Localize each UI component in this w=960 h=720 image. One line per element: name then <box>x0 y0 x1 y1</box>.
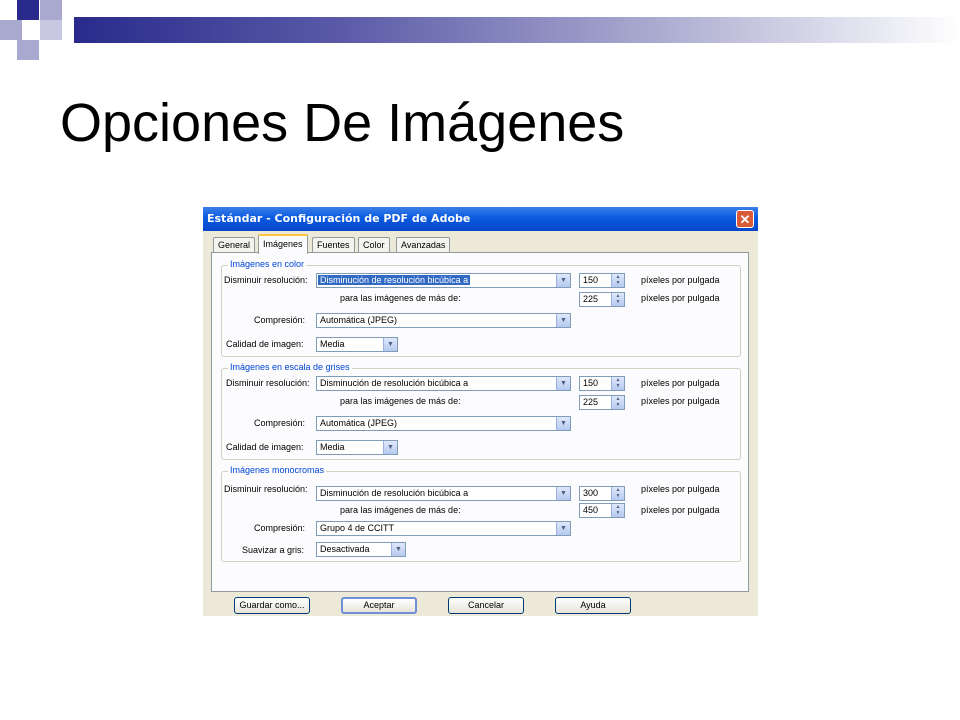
resolution-spinner[interactable]: 300 ▲ ▼ <box>579 486 625 501</box>
chevron-down-icon[interactable]: ▼ <box>556 377 570 390</box>
group-color-images: Imágenes en color Disminuir resolución: … <box>221 259 741 357</box>
group-grayscale-images: Imágenes en escala de grises Disminuir r… <box>221 362 741 460</box>
slide-title: Opciones De Imágenes <box>60 93 625 153</box>
pdf-settings-dialog: Estándar - Configuración de PDF de Adobe… <box>203 207 758 616</box>
up-down-arrows-icon[interactable]: ▲ ▼ <box>611 487 624 500</box>
above-value: 225 <box>583 397 599 407</box>
group-title: Imágenes monocromas <box>228 465 327 475</box>
chevron-down-icon[interactable]: ▼ <box>556 314 570 327</box>
downsample-select[interactable]: Disminución de resolución bicúbica a ▼ <box>316 376 571 391</box>
unit-label: píxeles por pulgada <box>641 505 720 515</box>
compression-label: Compresión: <box>254 418 306 428</box>
above-spinner[interactable]: 225 ▲ ▼ <box>579 292 625 307</box>
decor-gradient-bar <box>74 17 960 43</box>
compression-label: Compresión: <box>254 523 306 533</box>
downsample-value: Disminución de resolución bicúbica a <box>318 275 471 285</box>
above-label: para las imágenes de más de: <box>340 505 461 515</box>
compression-select[interactable]: Automática (JPEG) ▼ <box>316 313 571 328</box>
chevron-down-icon[interactable]: ▼ <box>556 487 570 500</box>
quality-value: Media <box>320 339 345 349</box>
downsample-select[interactable]: Disminución de resolución bicúbica a ▼ <box>316 486 571 501</box>
group-title: Imágenes en escala de grises <box>228 362 352 372</box>
quality-select[interactable]: Media ▼ <box>316 337 398 352</box>
compression-label: Compresión: <box>254 315 306 325</box>
up-down-arrows-icon[interactable]: ▲ ▼ <box>611 274 624 287</box>
above-value: 225 <box>583 294 599 304</box>
resolution-spinner[interactable]: 150 ▲ ▼ <box>579 376 625 391</box>
downsample-label: Disminuir resolución: <box>224 275 308 285</box>
help-button[interactable]: Ayuda <box>555 597 631 614</box>
smooth-label: Suavizar a gris: <box>242 545 305 555</box>
group-title: Imágenes en color <box>228 259 307 269</box>
unit-label: píxeles por pulgada <box>641 275 720 285</box>
unit-label: píxeles por pulgada <box>641 396 720 406</box>
downsample-value: Disminución de resolución bicúbica a <box>320 378 469 388</box>
group-monochrome-images: Imágenes monocromas Disminuir resolución… <box>221 465 741 562</box>
resolution-value: 300 <box>583 488 599 498</box>
downsample-label: Disminuir resolución: <box>226 378 310 388</box>
unit-label: píxeles por pulgada <box>641 484 720 494</box>
resolution-value: 150 <box>583 378 599 388</box>
compression-value: Grupo 4 de CCITT <box>320 523 395 533</box>
tab-color[interactable]: Color <box>358 237 390 252</box>
above-label: para las imágenes de más de: <box>340 293 461 303</box>
save-as-button[interactable]: Guardar como... <box>234 597 310 614</box>
tab-advanced[interactable]: Avanzadas <box>396 237 451 252</box>
chevron-down-icon[interactable]: ▼ <box>383 441 397 454</box>
chevron-down-icon[interactable]: ▼ <box>556 417 570 430</box>
downsample-select[interactable]: Disminución de resolución bicúbica a ▼ <box>316 273 571 288</box>
quality-select[interactable]: Media ▼ <box>316 440 398 455</box>
quality-value: Media <box>320 442 345 452</box>
decor-square-navy <box>17 0 39 20</box>
compression-value: Automática (JPEG) <box>320 315 398 325</box>
ok-button[interactable]: Aceptar <box>341 597 417 614</box>
unit-label: píxeles por pulgada <box>641 378 720 388</box>
up-down-arrows-icon[interactable]: ▲ ▼ <box>611 377 624 390</box>
dialog-title: Estándar - Configuración de PDF de Adobe <box>207 212 471 225</box>
chevron-down-icon[interactable]: ▼ <box>556 274 570 287</box>
cancel-button[interactable]: Cancelar <box>448 597 524 614</box>
downsample-label: Disminuir resolución: <box>224 484 308 494</box>
downsample-value: Disminución de resolución bicúbica a <box>320 488 469 498</box>
decor-square-light <box>40 20 62 40</box>
close-icon[interactable]: ✕ <box>736 210 754 228</box>
decor-square-light <box>0 20 22 40</box>
compression-value: Automática (JPEG) <box>320 418 398 428</box>
up-down-arrows-icon[interactable]: ▲ ▼ <box>611 396 624 409</box>
decor-square-light <box>40 0 62 20</box>
up-down-arrows-icon[interactable]: ▲ ▼ <box>611 293 624 306</box>
unit-label: píxeles por pulgada <box>641 293 720 303</box>
above-spinner[interactable]: 450 ▲ ▼ <box>579 503 625 518</box>
compression-select[interactable]: Automática (JPEG) ▼ <box>316 416 571 431</box>
quality-label: Calidad de imagen: <box>226 339 304 349</box>
above-spinner[interactable]: 225 ▲ ▼ <box>579 395 625 410</box>
smooth-value: Desactivada <box>320 544 370 554</box>
chevron-down-icon[interactable]: ▼ <box>556 522 570 535</box>
tab-fonts[interactable]: Fuentes <box>312 237 355 252</box>
tab-general[interactable]: General <box>213 237 256 252</box>
dialog-title-bar[interactable]: Estándar - Configuración de PDF de Adobe… <box>203 207 758 231</box>
chevron-down-icon[interactable]: ▼ <box>383 338 397 351</box>
resolution-spinner[interactable]: 150 ▲ ▼ <box>579 273 625 288</box>
tab-panel-images: Imágenes en color Disminuir resolución: … <box>211 252 749 592</box>
above-value: 450 <box>583 505 599 515</box>
compression-select[interactable]: Grupo 4 de CCITT ▼ <box>316 521 571 536</box>
chevron-down-icon[interactable]: ▼ <box>391 543 405 556</box>
tab-images[interactable]: Imágenes <box>258 234 308 254</box>
quality-label: Calidad de imagen: <box>226 442 304 452</box>
decor-square-light <box>17 40 39 60</box>
up-down-arrows-icon[interactable]: ▲ ▼ <box>611 504 624 517</box>
above-label: para las imágenes de más de: <box>340 396 461 406</box>
smooth-select[interactable]: Desactivada ▼ <box>316 542 406 557</box>
resolution-value: 150 <box>583 275 599 285</box>
